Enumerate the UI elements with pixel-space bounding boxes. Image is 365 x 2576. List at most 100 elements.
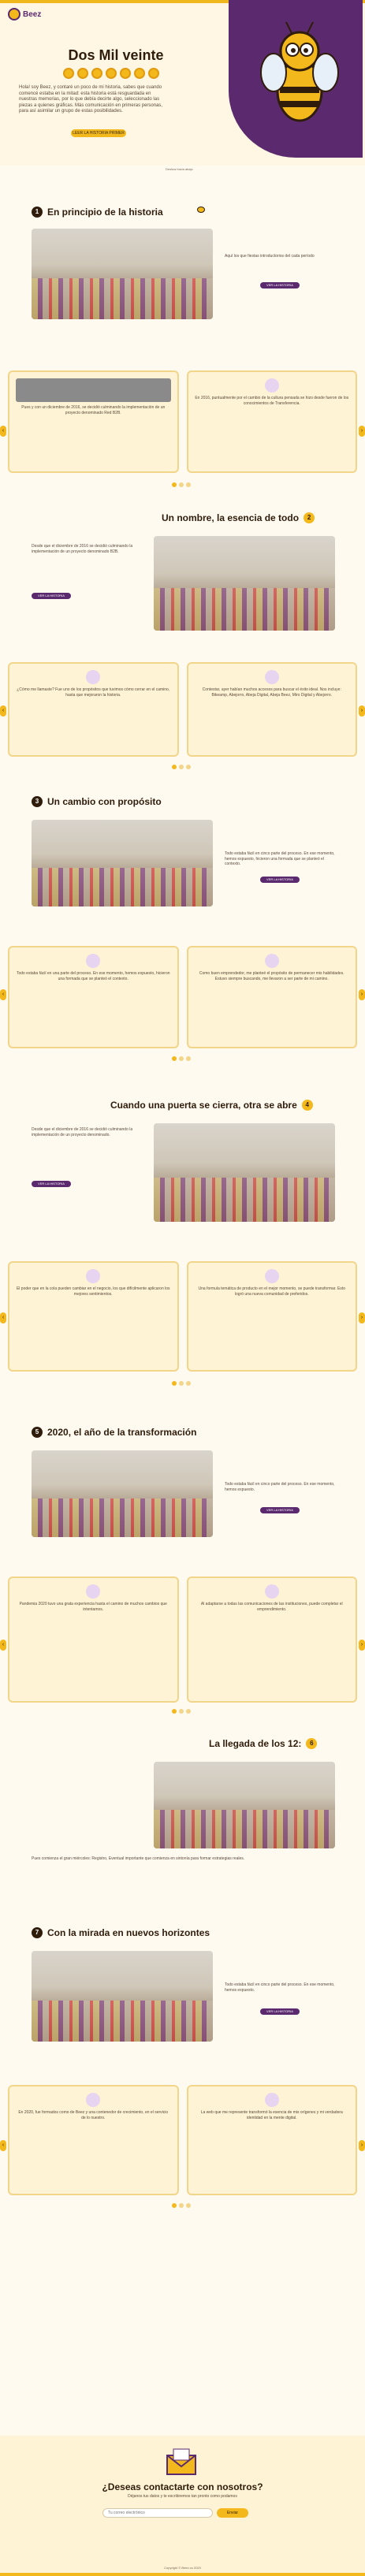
card-text: La web que me represente transformó la e…	[200, 2110, 343, 2120]
carousel-next-arrow[interactable]: ›	[359, 426, 365, 437]
carousel-prev-arrow[interactable]: ‹	[0, 989, 6, 1000]
carousel-dot[interactable]	[172, 482, 177, 487]
section-title: 3 Un cambio con propósito	[32, 796, 162, 807]
card-row: En 2020, fue formados como de Beez y una…	[8, 2085, 357, 2195]
section-title: La llegada de los 12: 6	[209, 1738, 318, 1749]
section-number: 5	[32, 1427, 43, 1438]
logo[interactable]: Beez	[8, 8, 41, 20]
carousel-next-arrow[interactable]: ›	[359, 1312, 365, 1323]
carousel-dot[interactable]	[172, 1381, 177, 1386]
carousel-next-arrow[interactable]: ›	[359, 989, 365, 1000]
card-text: Una formula temática de producto en el m…	[198, 1286, 345, 1297]
carousel-next-arrow[interactable]: ›	[359, 1640, 365, 1651]
view-story-button[interactable]: VER LA HISTORIA	[32, 593, 71, 599]
read-story-button[interactable]: LEER LA HISTORIA PRIMER	[71, 129, 126, 137]
story-card: La web que me represente transformó la e…	[186, 2085, 357, 2195]
logo-text: Beez	[23, 9, 42, 19]
carousel-next-arrow[interactable]: ›	[359, 705, 365, 717]
card-text: Como buen emprendedor, me planteé el pro…	[199, 971, 345, 981]
carousel-dots[interactable]	[154, 482, 209, 487]
story-card: El poder que en la cola pueden cambiar e…	[8, 1261, 179, 1372]
story-photo[interactable]	[154, 1762, 335, 1848]
section-heading: Un nombre, la esencia de todo	[162, 512, 300, 523]
carousel-dot[interactable]	[179, 1709, 184, 1714]
card-text: Al adaptarse a todas las comunicaciones …	[200, 1602, 343, 1612]
coin-icon	[106, 68, 117, 79]
coin-icon	[63, 68, 74, 79]
section-heading: Cuando una puerta se cierra, otra se abr…	[110, 1100, 297, 1111]
card-text: Pues y con un diciembre de 2016, se deci…	[21, 405, 166, 415]
carousel-dot[interactable]	[186, 2203, 191, 2208]
carousel-dot[interactable]	[179, 1056, 184, 1061]
story-photo[interactable]	[32, 229, 213, 319]
carousel-dots[interactable]	[154, 1381, 209, 1386]
story-photo[interactable]	[154, 1123, 335, 1222]
carousel-dot[interactable]	[179, 482, 184, 487]
section-number: 1	[32, 207, 43, 218]
section-heading: Un cambio con propósito	[47, 796, 162, 807]
carousel-dot[interactable]	[172, 1709, 177, 1714]
view-story-button[interactable]: VER LA HISTORIA	[260, 282, 300, 288]
carousel-dot[interactable]	[186, 1056, 191, 1061]
section-number: 3	[32, 796, 43, 807]
view-story-button[interactable]: VER LA HISTORIA	[260, 1507, 300, 1513]
carousel-dots[interactable]	[154, 2203, 209, 2208]
section-heading: En principio de la historia	[47, 207, 163, 218]
carousel-dot[interactable]	[172, 2203, 177, 2208]
carousel-dot[interactable]	[172, 765, 177, 769]
carousel-prev-arrow[interactable]: ‹	[0, 705, 6, 717]
story-photo[interactable]	[32, 1951, 213, 2042]
story-photo[interactable]	[32, 1450, 213, 1537]
carousel-dot[interactable]	[172, 1056, 177, 1061]
card-text: ¿Cómo me llamaste? Fue uno de los propós…	[17, 687, 170, 698]
coin-icon	[77, 68, 88, 79]
card-icon	[86, 2093, 101, 2107]
carousel-dot[interactable]	[186, 1709, 191, 1714]
section-number: 2	[304, 512, 315, 523]
carousel-prev-arrow[interactable]: ‹	[0, 1312, 6, 1323]
carousel-dots[interactable]	[154, 765, 209, 769]
carousel-next-arrow[interactable]: ›	[359, 2140, 365, 2151]
carousel-dot[interactable]	[186, 1381, 191, 1386]
story-photo[interactable]	[154, 536, 335, 631]
carousel-dot[interactable]	[179, 2203, 184, 2208]
section-title: Un nombre, la esencia de todo 2	[162, 512, 315, 523]
section-title: 5 2020, el año de la transformación	[32, 1427, 196, 1438]
carousel-dots[interactable]	[154, 1709, 209, 1714]
carousel-prev-arrow[interactable]: ‹	[0, 426, 6, 437]
carousel-dot[interactable]	[186, 482, 191, 487]
contact-subtitle: Déjanos tus datos y te escribiremos tan …	[128, 2494, 237, 2499]
card-text: Todo estaba fácil en una parte del proce…	[16, 971, 170, 981]
card-text: En 2020, fue formados como de Beez y una…	[18, 2110, 169, 2120]
section-caption: Todo estaba fácil en cinco parte del pro…	[225, 1982, 335, 1993]
story-card: Contestar, ayer habían muchos accesos pa…	[186, 662, 357, 757]
card-text: En 2016, puntualmente por el cambio de l…	[195, 396, 349, 406]
view-story-button[interactable]: VER LA HISTORIA	[32, 1181, 71, 1187]
card-row: Pues y con un diciembre de 2016, se deci…	[8, 370, 357, 473]
carousel-prev-arrow[interactable]: ‹	[0, 1640, 6, 1651]
card-icon	[86, 1269, 101, 1283]
carousel-dot[interactable]	[179, 765, 184, 769]
email-input[interactable]	[102, 2508, 213, 2518]
story-card: Todo estaba fácil en una parte del proce…	[8, 946, 179, 1048]
card-text: Contestar, ayer habían muchos accesos pa…	[202, 687, 341, 698]
card-icon	[264, 378, 279, 393]
send-button[interactable]: Enviar	[217, 2508, 248, 2518]
section-caption: Todo estaba fácil en cinco parte del pro…	[225, 1482, 335, 1492]
view-story-button[interactable]: VER LA HISTORIA	[260, 2008, 300, 2015]
carousel-dots[interactable]	[154, 1056, 209, 1061]
story-photo[interactable]	[32, 820, 213, 906]
story-card: En 2020, fue formados como de Beez y una…	[8, 2085, 179, 2195]
card-row: El poder que en la cola pueden cambiar e…	[8, 1261, 357, 1372]
carousel-prev-arrow[interactable]: ‹	[0, 2140, 6, 2151]
story-card: Como buen emprendedor, me planteé el pro…	[186, 946, 357, 1048]
section-number: 4	[301, 1100, 313, 1111]
section-heading: Con la mirada en nuevos horizontes	[47, 1927, 210, 1938]
carousel-dot[interactable]	[179, 1381, 184, 1386]
card-row: Pandemia 2020 tuvo una grata experiencia…	[8, 1576, 357, 1703]
section-number: 6	[306, 1738, 318, 1749]
view-story-button[interactable]: VER LA HISTORIA	[260, 877, 300, 883]
carousel-dot[interactable]	[186, 765, 191, 769]
coin-icon	[120, 68, 131, 79]
intro-text: Hola! soy Beez, y contaré un poco de mi …	[19, 85, 163, 114]
